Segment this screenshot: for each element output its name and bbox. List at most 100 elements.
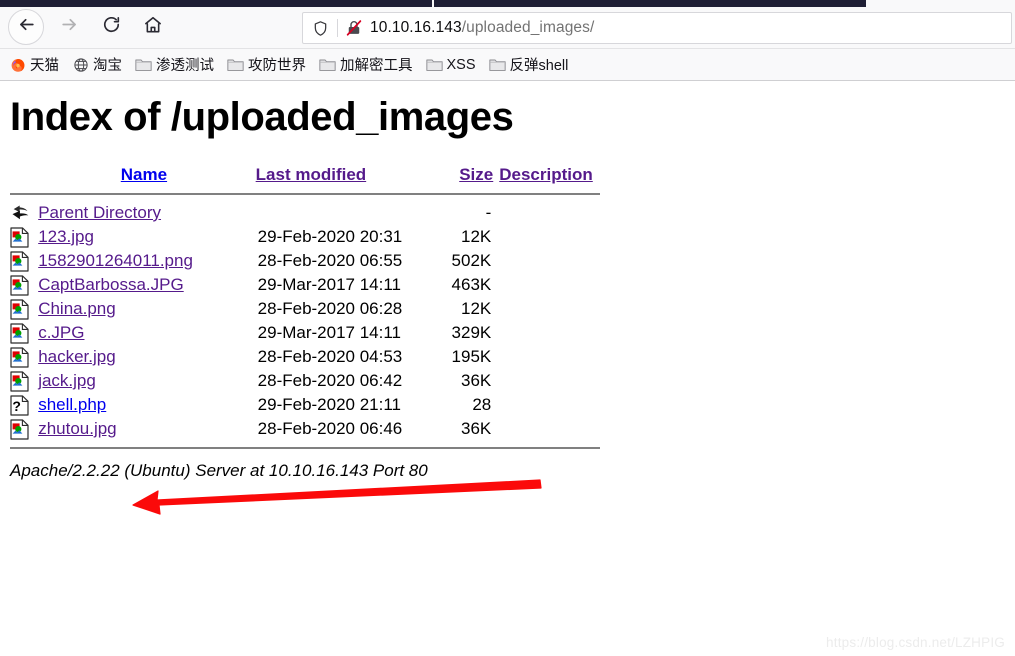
table-row[interactable]: hacker.jpg 28-Feb-2020 04:53 195K	[10, 345, 600, 369]
row-date-cell: 28-Feb-2020 06:42	[257, 371, 403, 390]
home-icon	[143, 15, 163, 40]
shield-icon[interactable]	[303, 20, 337, 37]
row-icon-cell	[10, 273, 38, 297]
row-name-cell[interactable]: c.JPG	[38, 321, 255, 345]
back-button[interactable]	[8, 9, 44, 45]
row-size-cell: 36K	[461, 371, 492, 390]
bookmark-fantanshell[interactable]: 反弹shell	[488, 54, 568, 75]
row-desc-cell	[493, 321, 600, 345]
row-date-cell: 28-Feb-2020 06:55	[257, 251, 403, 270]
header-size[interactable]: Size	[439, 165, 493, 190]
header-icon-cell	[10, 165, 38, 190]
table-row[interactable]: CaptBarbossa.JPG 29-Mar-2017 14:11 463K	[10, 273, 600, 297]
table-row[interactable]: 1582901264011.png 28-Feb-2020 06:55 502K	[10, 249, 600, 273]
sort-by-size-link[interactable]: Size	[459, 165, 493, 184]
row-date-cell: 29-Feb-2020 21:11	[257, 395, 402, 414]
tab-strip-segment[interactable]	[434, 0, 866, 7]
header-name[interactable]: Name	[38, 165, 255, 190]
row-date-cell: 29-Feb-2020 20:31	[257, 227, 403, 246]
row-size-cell: 12K	[461, 227, 492, 246]
bookmark-tianmao[interactable]: 天猫	[9, 54, 59, 75]
row-name-cell[interactable]: shell.php	[38, 393, 255, 417]
image-file-icon	[10, 370, 30, 393]
url-text[interactable]: 10.10.16.143/uploaded_images/	[370, 19, 594, 37]
file-link[interactable]: hacker.jpg	[38, 347, 116, 366]
bookmark-label: 天猫	[30, 58, 59, 74]
file-link[interactable]: zhutou.jpg	[38, 419, 116, 438]
reload-button[interactable]	[94, 10, 128, 44]
bookmark-label: XSS	[446, 56, 476, 73]
forward-button[interactable]	[52, 10, 86, 44]
file-link[interactable]: China.png	[38, 299, 116, 318]
file-link[interactable]: jack.jpg	[38, 371, 96, 390]
header-last-modified[interactable]: Last modified	[256, 165, 439, 190]
sort-by-description-link[interactable]: Description	[499, 165, 593, 184]
table-row[interactable]: c.JPG 29-Mar-2017 14:11 329K	[10, 321, 600, 345]
row-name-cell[interactable]: jack.jpg	[38, 369, 255, 393]
row-icon-cell	[10, 297, 38, 321]
row-size-cell: -	[485, 203, 492, 222]
row-date-cell: 28-Feb-2020 04:53	[257, 347, 403, 366]
reload-icon	[102, 15, 121, 39]
row-name-cell[interactable]: China.png	[38, 297, 255, 321]
bookmark-label: 加解密工具	[340, 58, 413, 74]
broken-lock-icon[interactable]	[338, 19, 370, 37]
table-row[interactable]: 123.jpg 29-Feb-2020 20:31 12K	[10, 225, 600, 249]
row-desc-cell	[493, 393, 600, 417]
row-size-cell: 36K	[461, 419, 492, 438]
row-desc-cell	[493, 249, 600, 273]
header-rule-row	[10, 190, 600, 201]
table-row[interactable]: jack.jpg 28-Feb-2020 06:42 36K	[10, 369, 600, 393]
watermark: https://blog.csdn.net/LZHPIG	[826, 635, 1005, 650]
sort-by-name-link[interactable]: Name	[121, 165, 167, 184]
row-size-cell: 329K	[451, 323, 492, 342]
sort-by-date-link[interactable]: Last modified	[256, 165, 367, 184]
home-button[interactable]	[136, 10, 170, 44]
arrow-right-icon	[60, 15, 79, 39]
table-row[interactable]: zhutou.jpg 28-Feb-2020 06:46 36K	[10, 417, 600, 441]
bookmark-gongfangshijie[interactable]: 攻防世界	[227, 54, 306, 75]
row-desc-cell	[493, 297, 600, 321]
file-link[interactable]: 123.jpg	[38, 227, 94, 246]
server-signature: Apache/2.2.22 (Ubuntu) Server at 10.10.1…	[10, 461, 428, 480]
row-name-cell[interactable]: 1582901264011.png	[38, 249, 255, 273]
table-row[interactable]: China.png 28-Feb-2020 06:28 12K	[10, 297, 600, 321]
row-desc-cell	[493, 369, 600, 393]
row-desc-cell	[493, 201, 600, 225]
row-desc-cell	[493, 273, 600, 297]
parent-directory-link[interactable]: Parent Directory	[38, 203, 161, 222]
row-name-cell[interactable]: CaptBarbossa.JPG	[38, 273, 255, 297]
directory-table: Name Last modified Size Description Pare…	[10, 165, 600, 441]
row-size-cell: 502K	[451, 251, 492, 270]
row-date-cell: 29-Mar-2017 14:11	[257, 323, 401, 342]
file-link[interactable]: CaptBarbossa.JPG	[38, 275, 184, 294]
row-desc-cell	[493, 345, 600, 369]
url-path: /uploaded_images/	[461, 19, 595, 36]
tab-strip[interactable]	[0, 0, 1015, 7]
row-name-cell[interactable]: zhutou.jpg	[38, 417, 255, 441]
apache-directory-index: Index of /uploaded_images Name Last modi…	[0, 81, 1015, 656]
file-link[interactable]: shell.php	[38, 395, 106, 414]
bookmark-xss[interactable]: XSS	[425, 56, 476, 73]
image-file-icon	[10, 250, 30, 273]
bookmarks-bar: 天猫 淘宝 渗透测试 攻防世界 加解密工具 XSS 反弹shell	[0, 49, 1015, 81]
unknown-file-icon: ?	[10, 394, 30, 417]
row-icon-cell	[10, 225, 38, 249]
address-bar[interactable]: 10.10.16.143/uploaded_images/	[302, 12, 1012, 44]
table-row[interactable]: ? shell.php 29-Feb-2020 21:11 28	[10, 393, 600, 417]
file-link[interactable]: 1582901264011.png	[38, 251, 193, 270]
header-description[interactable]: Description	[493, 165, 600, 190]
row-name-cell[interactable]: 123.jpg	[38, 225, 255, 249]
row-name-cell[interactable]: hacker.jpg	[38, 345, 255, 369]
folder-icon	[319, 56, 336, 73]
bookmark-taobao[interactable]: 淘宝	[72, 54, 122, 75]
file-link[interactable]: c.JPG	[38, 323, 84, 342]
image-file-icon	[10, 346, 30, 369]
image-file-icon	[10, 226, 30, 249]
tab-strip-segment[interactable]	[0, 0, 432, 7]
row-name-cell[interactable]: Parent Directory	[38, 201, 255, 225]
row-desc-cell	[493, 225, 600, 249]
table-row[interactable]: Parent Directory -	[10, 201, 600, 225]
bookmark-jiajiemigongju[interactable]: 加解密工具	[319, 54, 413, 75]
bookmark-shentouceshi[interactable]: 渗透测试	[135, 54, 214, 75]
